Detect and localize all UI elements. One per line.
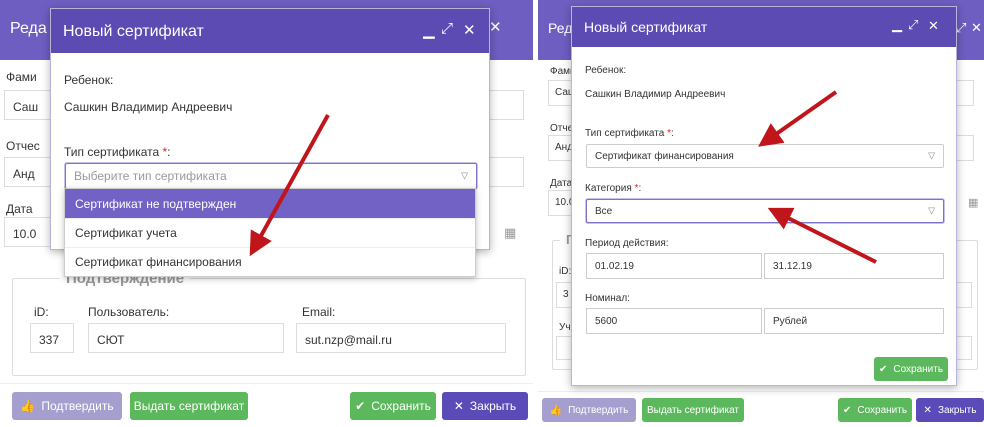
- background-close-icon[interactable]: ✕: [971, 20, 982, 36]
- thumbs-up-icon: 👍: [20, 399, 36, 413]
- dropdown-option[interactable]: Сертификат финансирования: [65, 247, 475, 276]
- category-label: Категория *:: [585, 183, 642, 194]
- user-label: Пользователь:: [88, 305, 170, 319]
- certificate-type-select[interactable]: Сертификат финансирования ▽: [586, 144, 944, 168]
- confirm-button[interactable]: 👍 Подтвердить: [542, 398, 636, 422]
- modal-title: Новый сертификат: [63, 23, 204, 40]
- save-button[interactable]: ✔ Сохранить: [838, 398, 912, 422]
- left-screenshot: Реда ⤢ ✕ Фами Саш Отчес Анд Дата 10.0 ▦ …: [0, 0, 533, 427]
- nominal-input[interactable]: 5600: [586, 308, 762, 334]
- email-input[interactable]: sut.nzp@mail.ru: [296, 323, 506, 353]
- email-label: Email:: [302, 305, 336, 319]
- child-name: Сашкин Владимир Андреевич: [585, 89, 726, 100]
- right-screenshot: Реда ⤢ ✕ Фами Саш Отче Анд Дата 10.0 ▦ П…: [538, 0, 984, 427]
- save-button[interactable]: ✔ Сохранить: [350, 392, 436, 420]
- close-icon[interactable]: ✕: [928, 18, 939, 34]
- certificate-type-label: Тип сертификата *:: [64, 145, 171, 159]
- id-label: iD:: [34, 305, 49, 319]
- modal-header: Новый сертификат ▁ ⤢ ✕: [572, 7, 956, 47]
- child-label: Ребенок:: [585, 65, 627, 76]
- close-icon: ✕: [453, 399, 464, 413]
- issue-certificate-button[interactable]: Выдать сертификат: [130, 392, 248, 420]
- certificate-type-label: Тип сертификата *:: [585, 128, 674, 139]
- category-select[interactable]: Все ▽: [586, 199, 944, 223]
- confirm-button[interactable]: 👍 Подтвердить: [12, 392, 122, 420]
- background-dialog-footer: 👍 Подтвердить Выдать сертификат ✔ Сохранит…: [0, 383, 533, 427]
- chevron-down-icon: ▽: [928, 150, 935, 161]
- background-dialog-footer: 👍 Подтвердить Выдать сертификат ✔ Сохранит…: [538, 391, 984, 427]
- currency-field: Рублей: [764, 308, 944, 334]
- modal-header: Новый сертификат ▁ ⤢ ✕: [51, 9, 489, 53]
- user-input[interactable]: СЮТ: [88, 323, 284, 353]
- check-icon: ✔: [355, 399, 366, 413]
- minimize-icon[interactable]: ▁: [423, 21, 435, 39]
- close-icon: ✕: [923, 404, 932, 416]
- dropdown-option[interactable]: Сертификат не подтвержден: [65, 189, 475, 218]
- calendar-icon[interactable]: ▦: [968, 196, 978, 209]
- modal-save-button[interactable]: ✔ Сохранить: [874, 357, 948, 381]
- check-icon: ✔: [842, 404, 852, 416]
- patronymic-label: Отчес: [6, 139, 40, 153]
- check-icon: ✔: [878, 363, 888, 375]
- expand-icon[interactable]: ⤢: [908, 17, 918, 33]
- background-close-icon[interactable]: ✕: [489, 18, 502, 36]
- minimize-icon[interactable]: ▁: [892, 17, 902, 33]
- id-input[interactable]: 337: [30, 323, 74, 353]
- surname-label: Фами: [6, 70, 37, 84]
- chevron-down-icon: ▽: [461, 170, 468, 181]
- thumbs-up-icon: 👍: [549, 404, 563, 416]
- close-icon[interactable]: ✕: [463, 21, 476, 39]
- chevron-down-icon: ▽: [928, 205, 935, 216]
- date-label: Дата: [550, 178, 573, 189]
- child-name: Сашкин Владимир Андреевич: [64, 100, 233, 114]
- period-from-input[interactable]: 01.02.19: [586, 253, 762, 279]
- new-certificate-modal: Новый сертификат ▁ ⤢ ✕ Ребенок: Сашкин В…: [571, 6, 957, 386]
- modal-title: Новый сертификат: [584, 19, 708, 35]
- patronymic-label: Отче: [550, 123, 574, 134]
- calendar-icon[interactable]: ▦: [504, 225, 516, 241]
- issue-certificate-button[interactable]: Выдать сертификат: [642, 398, 744, 422]
- date-label: Дата: [6, 202, 33, 216]
- close-button[interactable]: ✕ Закрыть: [442, 392, 528, 420]
- period-label: Период действия:: [585, 238, 669, 249]
- background-dialog-title: Реда: [10, 20, 47, 37]
- certificate-type-select[interactable]: Выберите тип сертификата ▽: [65, 163, 477, 189]
- id-label: iD:: [559, 266, 572, 277]
- expand-icon[interactable]: ⤢: [441, 20, 453, 37]
- child-label: Ребенок:: [64, 73, 114, 87]
- nominal-label: Номинал:: [585, 293, 630, 304]
- certificate-type-dropdown: Сертификат не подтвержден Сертификат уче…: [64, 188, 476, 277]
- close-button[interactable]: ✕ Закрыть: [916, 398, 984, 422]
- background-expand-icon[interactable]: ⤢: [956, 20, 966, 36]
- dropdown-option[interactable]: Сертификат учета: [65, 218, 475, 247]
- period-to-input[interactable]: 31.12.19: [764, 253, 944, 279]
